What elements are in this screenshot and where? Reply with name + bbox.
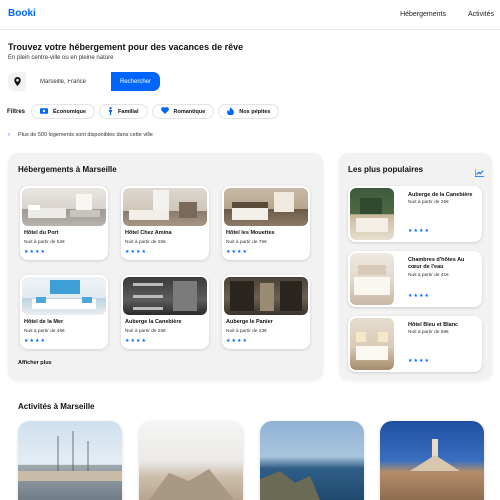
hotel-price: Nuit à partir de 25€ — [125, 329, 166, 334]
search-bar: Rechercher — [8, 72, 160, 91]
filter-label: Familial — [118, 108, 139, 115]
filter-chip-familial[interactable]: Familial — [99, 104, 148, 119]
star-rating: ★★★★ — [125, 338, 147, 344]
heart-icon — [160, 107, 169, 116]
header: Booki Hébergements Activités — [0, 0, 500, 30]
popular-price: Nuit à partir de 41€ — [408, 273, 449, 278]
activity-card[interactable] — [18, 421, 122, 500]
popular-price: Nuit à partir de 25€ — [408, 200, 449, 205]
hotel-price: Nuit à partir de 76€ — [226, 240, 267, 245]
nav-link-hebergements[interactable]: Hébergements — [400, 11, 446, 18]
popular-item[interactable]: Hôtel Bleu et Blanc Nuit à partir de 68€… — [348, 316, 482, 372]
filter-label: Économique — [53, 108, 87, 115]
filter-chip-romantique[interactable]: Romantique — [151, 104, 215, 119]
nav-link-activites[interactable]: Activités — [468, 11, 494, 18]
star-rating: ★★★★ — [125, 249, 147, 255]
filters-bar: Filtres Économique Familial Romantique N… — [7, 104, 283, 119]
popular-name: Hôtel Bleu et Blanc — [408, 322, 459, 328]
activity-photo — [18, 421, 122, 500]
hotel-name: Auberge le Panier — [226, 319, 273, 325]
hotel-photo — [22, 277, 106, 315]
star-rating: ★★★★ — [408, 358, 430, 364]
hotel-card[interactable]: Hôtel de la Mer Nuit à partir de 46€ ★★★… — [20, 275, 108, 349]
activity-card[interactable] — [260, 421, 364, 500]
hotel-name: Auberge la Canebière — [125, 319, 182, 325]
hotel-name: Hôtel Chez Amina — [125, 230, 172, 236]
hotel-card[interactable]: Auberge la Canebière Nuit à partir de 25… — [121, 275, 209, 349]
popular-name: Auberge de la Canebière — [408, 192, 473, 198]
hotel-card[interactable]: Hôtel les Mouettes Nuit à partir de 76€ … — [222, 186, 310, 260]
main-nav: Hébergements Activités — [380, 11, 494, 18]
popular-name: Chambres d'hôtes Au cœur de l'eau — [408, 257, 465, 270]
booki-logo[interactable]: Booki — [8, 8, 36, 19]
hotel-name: Hôtel les Mouettes — [226, 230, 275, 236]
star-rating: ★★★★ — [24, 338, 46, 344]
hotel-card[interactable]: Hôtel Chez Amina Nuit à partir de 25€ ★★… — [121, 186, 209, 260]
star-rating: ★★★★ — [408, 293, 430, 299]
activity-card[interactable] — [139, 421, 243, 500]
activities-title: Activités à Marseille — [18, 402, 95, 411]
hotel-name: Hôtel de la Mer — [24, 319, 64, 325]
hotel-price: Nuit à partir de 25€ — [125, 240, 166, 245]
hotel-price: Nuit à partir de 52€ — [24, 240, 65, 245]
hotel-photo — [22, 188, 106, 226]
activity-photo — [139, 421, 243, 500]
filter-label: Romantique — [173, 108, 206, 115]
popular-title: Les plus populaires — [348, 165, 424, 174]
availability-text: Plus de 500 logements sont disponibles d… — [18, 132, 153, 138]
map-pin-icon — [8, 72, 26, 91]
activity-photo — [380, 421, 484, 500]
accommodations-title: Hébergements à Marseille — [18, 165, 117, 174]
hotel-photo — [350, 253, 394, 305]
info-icon: › — [8, 132, 10, 138]
star-rating: ★★★★ — [24, 249, 46, 255]
availability-info: › Plus de 500 logements sont disponibles… — [8, 132, 153, 138]
popular-item[interactable]: Auberge de la Canebière Nuit à partir de… — [348, 186, 482, 242]
star-rating: ★★★★ — [226, 338, 248, 344]
star-rating: ★★★★ — [408, 228, 430, 234]
trend-chart-icon — [474, 164, 484, 182]
activity-card[interactable] — [380, 421, 484, 500]
gem-icon — [227, 106, 235, 117]
hero-title: Trouvez votre hébergement pour des vacan… — [8, 42, 244, 52]
filter-label: Nos pépites — [239, 108, 271, 115]
hotel-card[interactable]: Hôtel du Port Nuit à partir de 52€ ★★★★ — [20, 186, 108, 260]
star-rating: ★★★★ — [226, 249, 248, 255]
hotel-price: Nuit à partir de 23€ — [226, 329, 267, 334]
money-icon — [40, 107, 49, 116]
activity-photo — [260, 421, 364, 500]
popular-item[interactable]: Chambres d'hôtes Au cœur de l'eau Nuit à… — [348, 251, 482, 307]
hotel-photo — [123, 277, 207, 315]
search-button[interactable]: Rechercher — [111, 72, 160, 91]
child-icon — [108, 106, 113, 117]
popular-price: Nuit à partir de 68€ — [408, 330, 449, 335]
filter-chip-pepites[interactable]: Nos pépites — [218, 104, 280, 119]
hotel-photo — [224, 188, 308, 226]
hotel-photo — [224, 277, 308, 315]
show-more-link[interactable]: Afficher plus — [18, 360, 52, 366]
hotel-price: Nuit à partir de 46€ — [24, 329, 65, 334]
hotel-card[interactable]: Auberge le Panier Nuit à partir de 23€ ★… — [222, 275, 310, 349]
hotel-name: Hôtel du Port — [24, 230, 59, 236]
hotel-photo — [350, 188, 394, 240]
hotel-photo — [350, 318, 394, 370]
filters-label: Filtres — [7, 108, 26, 115]
location-input[interactable] — [26, 72, 111, 91]
hero-subtitle: En plein centre-ville ou en pleine natur… — [8, 55, 114, 61]
filter-chip-economique[interactable]: Économique — [31, 104, 96, 119]
hotel-photo — [123, 188, 207, 226]
